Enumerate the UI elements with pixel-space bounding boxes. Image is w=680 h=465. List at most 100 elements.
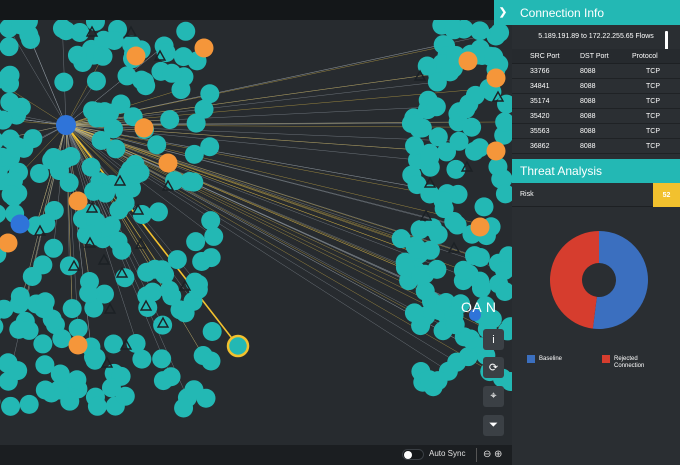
column-src-port: SRC Port bbox=[530, 53, 560, 60]
web-service-node bbox=[158, 153, 178, 173]
protocol-cell: TCP bbox=[646, 113, 660, 120]
zoom-in-icon[interactable]: ⊕ bbox=[494, 449, 502, 460]
web-service-node bbox=[134, 118, 154, 138]
filter-button[interactable]: ⏷ bbox=[483, 415, 504, 436]
table-row[interactable]: 33766 8088 TCP bbox=[512, 64, 680, 79]
graph-node bbox=[465, 141, 485, 161]
graph-node bbox=[0, 319, 4, 334]
legend-label-rejected: Rejected Connection bbox=[614, 356, 645, 369]
protocol-cell: TCP bbox=[646, 143, 660, 150]
table-row[interactable]: 35420 8088 TCP bbox=[512, 109, 680, 124]
graph-node bbox=[420, 148, 440, 168]
donut-slice-baseline[interactable] bbox=[592, 231, 648, 329]
info-button[interactable]: i bbox=[483, 329, 504, 350]
connection-info-header: Connection Info bbox=[512, 0, 680, 25]
graph-node bbox=[100, 103, 120, 123]
src-port-cell: 36862 bbox=[530, 143, 550, 150]
zoom-out-icon[interactable]: ⊖ bbox=[483, 449, 491, 460]
graph-node bbox=[162, 63, 182, 83]
threat-analysis-title: Threat Analysis bbox=[520, 164, 603, 178]
graph-node bbox=[202, 321, 222, 341]
graph-node bbox=[447, 352, 467, 372]
dst-port-cell: 8088 bbox=[580, 98, 596, 105]
graph-node bbox=[201, 351, 221, 371]
graph-node bbox=[36, 214, 56, 234]
graph-node bbox=[428, 371, 448, 391]
graph-node bbox=[176, 21, 196, 41]
graph-node bbox=[401, 113, 421, 133]
legend-swatch-baseline bbox=[527, 355, 535, 363]
graph-node bbox=[0, 204, 7, 223]
chevron-right-icon: ❯ bbox=[498, 7, 508, 18]
graph-node bbox=[33, 255, 53, 275]
filter-icon: ⏷ bbox=[489, 419, 498, 431]
toggle-knob bbox=[404, 451, 412, 459]
auto-sync-toggle[interactable] bbox=[402, 449, 424, 460]
graph-node bbox=[153, 371, 173, 391]
risk-row: Risk 52 bbox=[512, 183, 680, 207]
graph-node bbox=[444, 20, 464, 40]
recenter-button[interactable]: ⌖ bbox=[483, 386, 504, 407]
graph-node bbox=[96, 183, 116, 203]
graph-node bbox=[145, 259, 165, 279]
graph-node bbox=[33, 334, 53, 354]
graph-node bbox=[405, 136, 425, 156]
graph-node bbox=[160, 110, 180, 130]
protocol-cell: TCP bbox=[646, 83, 660, 90]
graph-node bbox=[444, 211, 464, 231]
graph-node bbox=[67, 370, 87, 390]
graph-canvas[interactable] bbox=[0, 20, 512, 445]
graph-node bbox=[0, 37, 19, 57]
info-icon: i bbox=[492, 333, 495, 346]
legend-swatch-rejected bbox=[602, 355, 610, 363]
src-port-cell: 35563 bbox=[530, 128, 550, 135]
collapse-panel-button[interactable]: ❯ bbox=[494, 0, 512, 25]
graph-node bbox=[62, 299, 82, 319]
connection-info-title: Connection Info bbox=[520, 5, 605, 20]
source-host-node bbox=[56, 115, 76, 135]
refresh-button[interactable]: ⟳ bbox=[483, 357, 504, 378]
graph-node bbox=[159, 280, 179, 300]
graph-node bbox=[49, 161, 69, 181]
graph-node bbox=[81, 157, 101, 177]
network-graph[interactable]: OA N i ⟳ ⌖ ⏷ bbox=[0, 20, 512, 445]
graph-node bbox=[136, 76, 156, 96]
graph-node bbox=[184, 380, 204, 400]
graph-node bbox=[391, 229, 411, 249]
donut-slice-rejected[interactable] bbox=[550, 231, 599, 329]
web-service-node bbox=[68, 335, 88, 355]
graph-node bbox=[490, 22, 510, 42]
web-service-node bbox=[126, 46, 146, 66]
graph-node bbox=[44, 238, 64, 258]
graph-node bbox=[54, 72, 74, 92]
graph-node bbox=[1, 184, 21, 204]
graph-node bbox=[171, 80, 191, 100]
graph-node bbox=[440, 62, 460, 82]
graph-node bbox=[6, 138, 26, 158]
crosshair-icon: ⌖ bbox=[490, 390, 497, 402]
dst-port-cell: 8088 bbox=[580, 143, 596, 150]
graph-node bbox=[471, 278, 491, 298]
threat-analysis-header: Threat Analysis bbox=[512, 159, 680, 183]
graph-node bbox=[484, 47, 504, 67]
dst-port-cell: 8088 bbox=[580, 83, 596, 90]
dst-port-cell: 8088 bbox=[580, 68, 596, 75]
table-row[interactable]: 34841 8088 TCP bbox=[512, 79, 680, 94]
web-service-node bbox=[486, 68, 506, 88]
table-row[interactable]: 36862 8088 TCP bbox=[512, 139, 680, 154]
bottom-toolbar: Auto Sync ⊖ ⊕ bbox=[0, 445, 512, 465]
graph-node bbox=[410, 220, 430, 240]
graph-node bbox=[470, 247, 490, 267]
auto-sync-label: Auto Sync bbox=[429, 449, 466, 458]
table-row[interactable]: 35563 8088 TCP bbox=[512, 124, 680, 139]
graph-node bbox=[35, 380, 55, 400]
graph-node bbox=[0, 92, 20, 112]
table-row[interactable]: 35174 8088 TCP bbox=[512, 94, 680, 109]
graph-node bbox=[115, 268, 135, 288]
web-service-node bbox=[470, 217, 490, 237]
toolbar-divider bbox=[476, 448, 477, 462]
graph-node bbox=[426, 97, 446, 117]
web-service-node bbox=[486, 141, 506, 161]
graph-node bbox=[86, 348, 106, 368]
graph-node bbox=[180, 172, 200, 192]
